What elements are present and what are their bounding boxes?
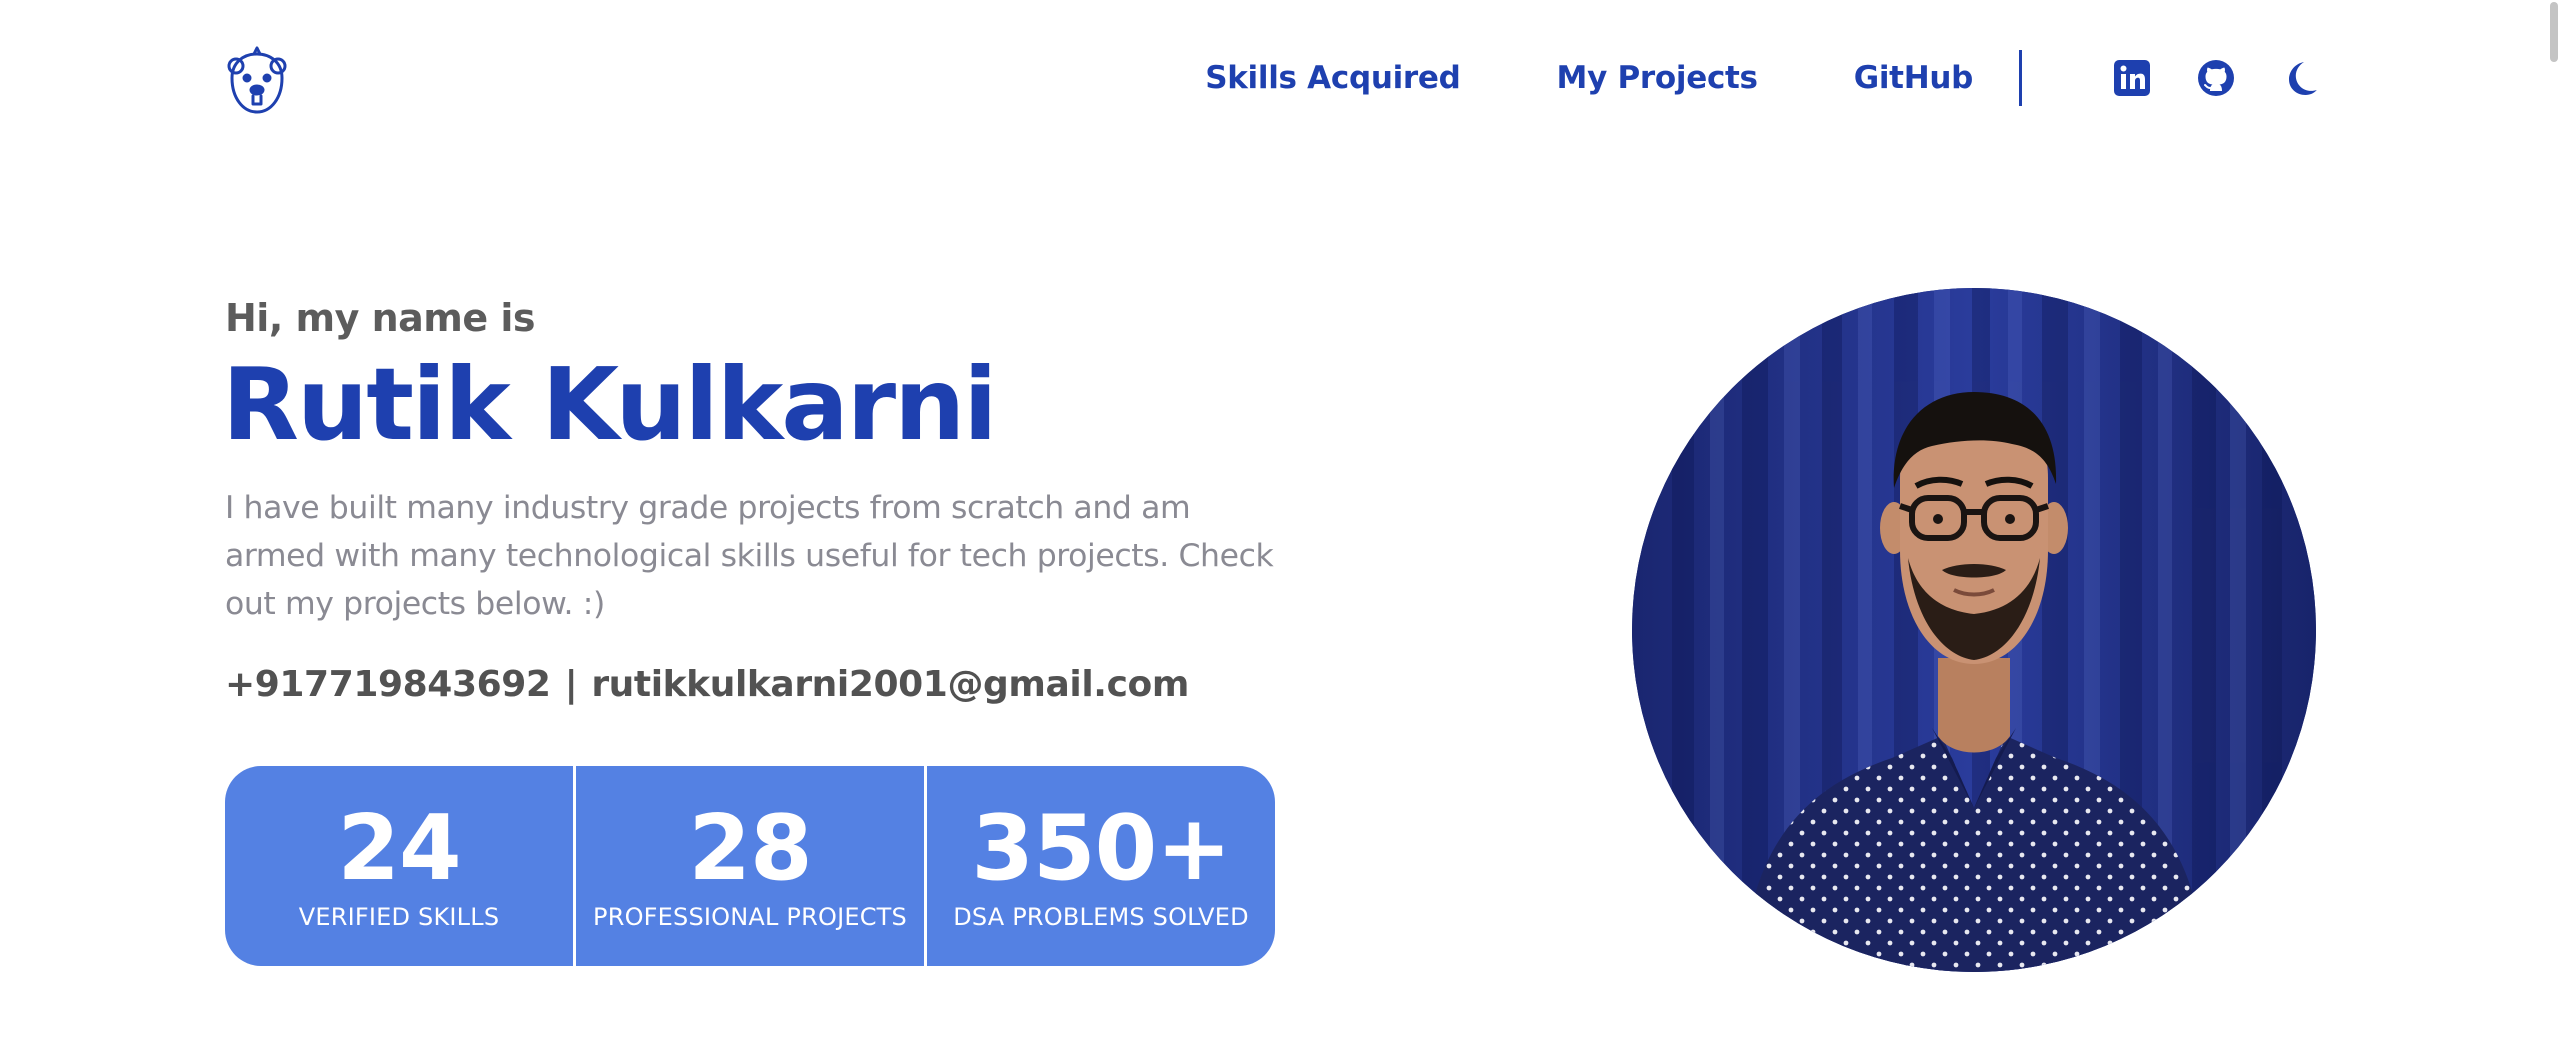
moon-icon[interactable]	[2280, 58, 2320, 98]
scrollbar-thumb[interactable]	[2550, 2, 2558, 62]
page-scrollbar[interactable]	[2546, 0, 2560, 1056]
nav-divider	[2019, 50, 2022, 106]
stat-label: PROFESSIONAL PROJECTS	[593, 903, 907, 931]
profile-photo	[1632, 288, 2316, 972]
stat-verified-skills: 24 VERIFIED SKILLS	[225, 766, 573, 966]
top-navigation: Skills Acquired My Projects GitHub	[1205, 46, 2320, 110]
nav-link-my-projects[interactable]: My Projects	[1557, 60, 1758, 96]
hero-name: Rutik Kulkarni	[222, 346, 998, 463]
page: Skills Acquired My Projects GitHub Hi, m…	[0, 0, 2560, 1056]
github-icon[interactable]	[2196, 58, 2236, 98]
stat-label: VERIFIED SKILLS	[298, 903, 500, 931]
contact-line: +917719843692 | rutikkulkarni2001@gmail.co…	[225, 664, 1189, 705]
bear-logo-icon[interactable]	[224, 44, 290, 116]
nav-link-github[interactable]: GitHub	[1854, 60, 1974, 96]
stat-professional-projects: 28 PROFESSIONAL PROJECTS	[573, 766, 924, 966]
stat-value: 24	[337, 796, 461, 901]
stat-dsa-problems-solved: 350+ DSA PROBLEMS SOLVED	[924, 766, 1275, 966]
hero-bio: I have built many industry grade project…	[225, 490, 1274, 622]
stats-panel: 24 VERIFIED SKILLS 28 PROFESSIONAL PROJE…	[225, 766, 1275, 966]
nav-link-skills-acquired[interactable]: Skills Acquired	[1205, 60, 1461, 96]
email-address[interactable]: rutikkulkarni2001@gmail.com	[591, 664, 1189, 705]
stat-value: 28	[688, 796, 812, 901]
linkedin-icon[interactable]	[2112, 58, 2152, 98]
greeting-text: Hi, my name is	[225, 296, 536, 340]
phone-number[interactable]: +917719843692	[225, 664, 551, 705]
stat-label: DSA PROBLEMS SOLVED	[953, 903, 1249, 931]
contact-separator: |	[564, 664, 578, 705]
stat-value: 350+	[971, 796, 1231, 901]
